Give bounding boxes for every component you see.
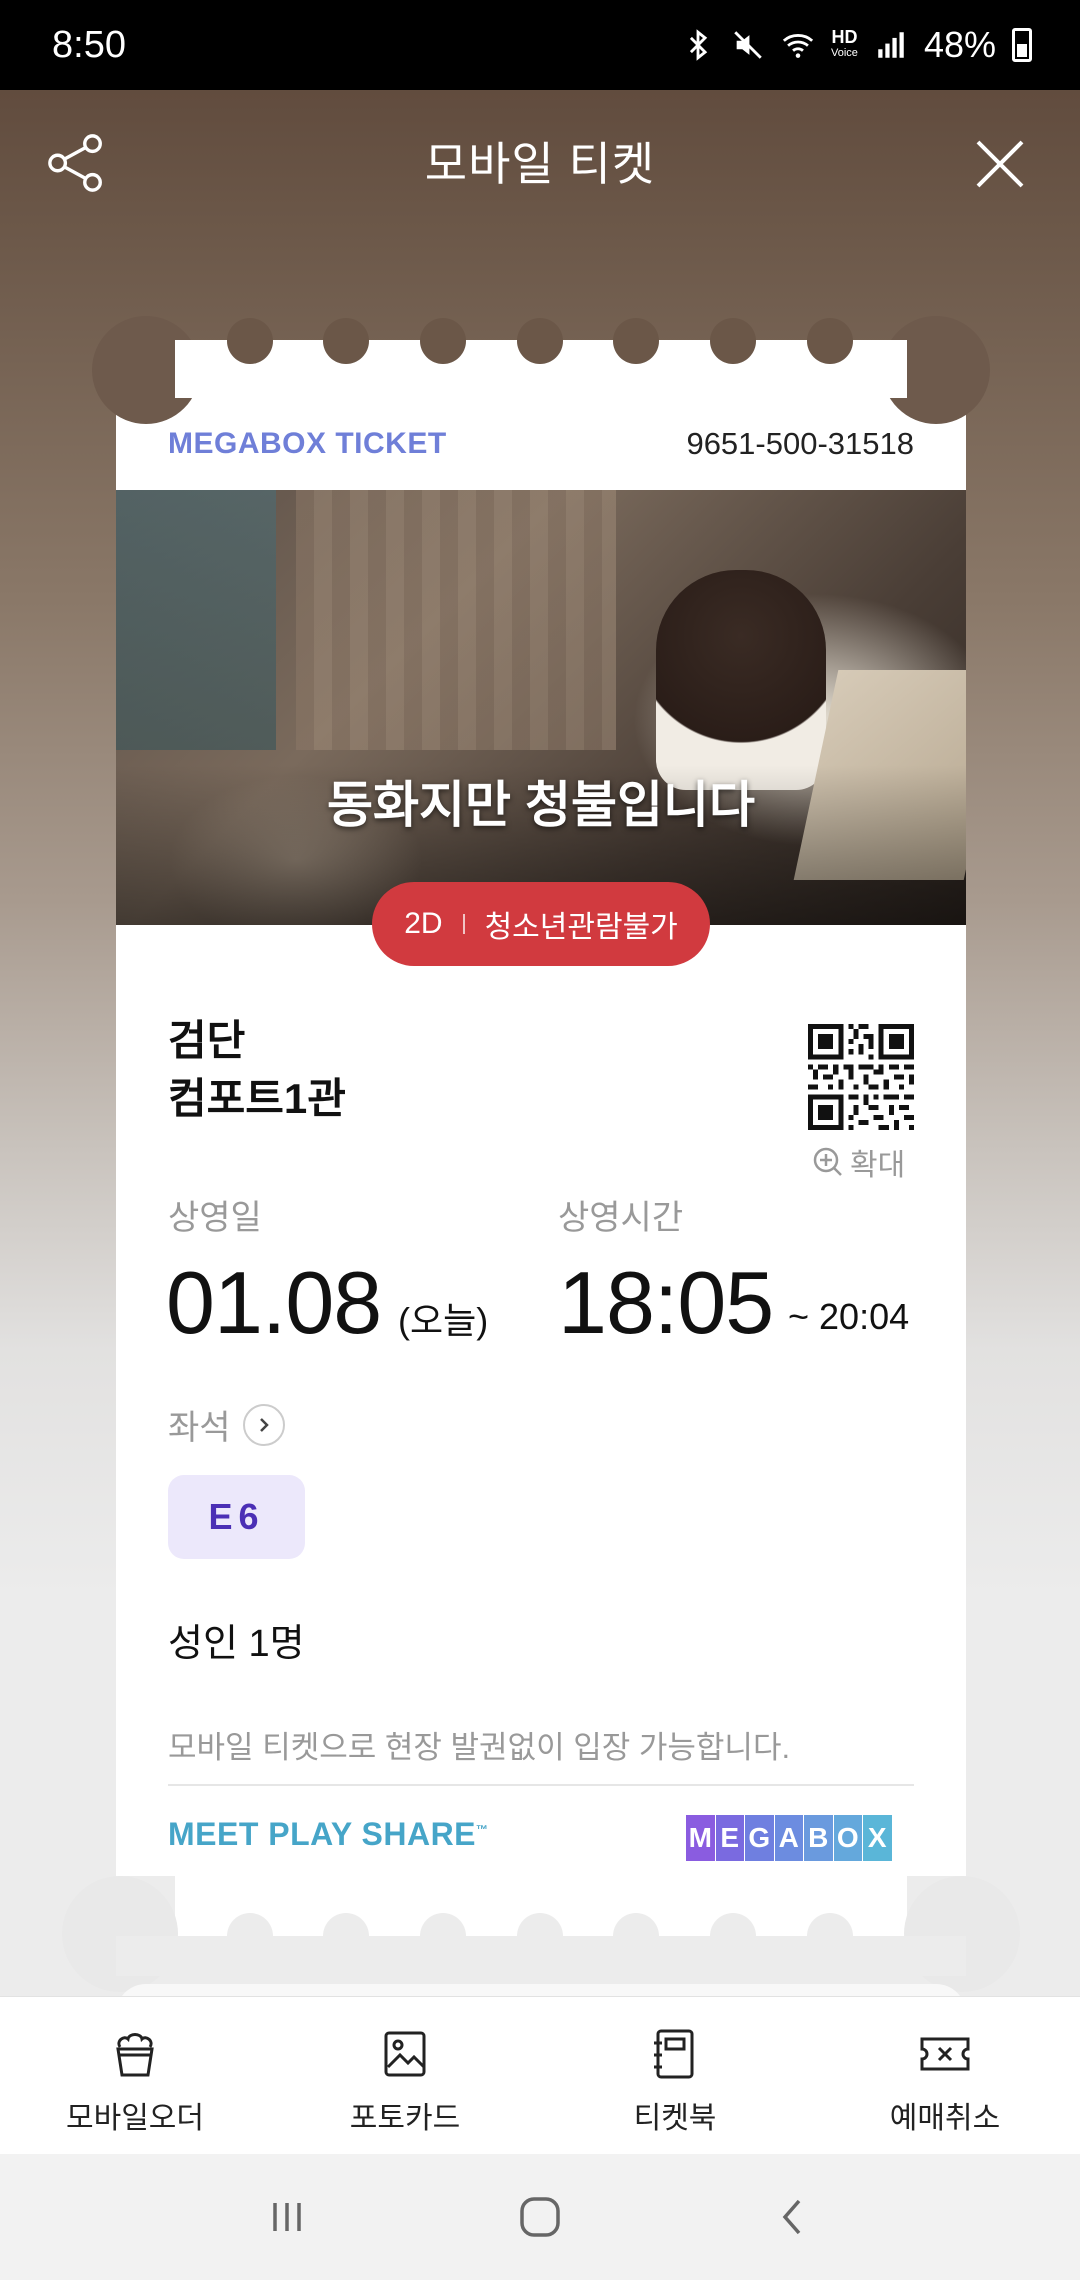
audience-count: 성인 1명	[168, 1623, 305, 1665]
photo-card-icon	[384, 2031, 426, 2077]
zoom-in-icon	[813, 1147, 842, 1176]
entry-notice: 모바일 티켓으로 현장 발권없이 입장 가능합니다.	[168, 1730, 791, 1765]
signal-icon	[878, 32, 904, 58]
format-label: 2D	[404, 907, 443, 940]
page-title: 모바일 티켓	[424, 138, 656, 190]
logo-letter: X	[863, 1815, 892, 1861]
screen-name: 컴포트1관	[168, 1075, 346, 1122]
header: 모바일 티켓	[0, 90, 1080, 235]
qr-zoom-button[interactable]: 확대	[812, 1140, 905, 1184]
chevron-right-icon	[242, 1403, 285, 1446]
perforation-dot	[807, 318, 853, 364]
logo-letter: A	[774, 1815, 803, 1861]
format-rating-badge: 2D 청소년관람불가	[372, 882, 710, 966]
action-bar: 모바일오더 포토카드 티켓북 예매취소	[0, 1996, 1080, 2154]
photo-card-button[interactable]: 포토카드	[270, 1997, 540, 2154]
recent-apps-icon[interactable]	[261, 2191, 313, 2243]
home-icon[interactable]	[514, 2191, 566, 2243]
battery-icon	[1012, 28, 1032, 62]
voice-label: Voice	[831, 47, 858, 59]
hd-label: HD	[831, 27, 858, 47]
poster-wall	[296, 490, 616, 750]
mute-icon	[734, 31, 762, 59]
cancel-booking-button[interactable]: 예매취소	[810, 1997, 1080, 2154]
logo-letter: B	[804, 1815, 833, 1861]
perforation-dot	[227, 318, 273, 364]
mobile-order-label: 모바일오더	[66, 2102, 204, 2135]
slogan-trademark: ™	[476, 1822, 489, 1837]
divider	[168, 1784, 914, 1786]
perforation-dot	[710, 318, 756, 364]
cancel-ticket-icon	[920, 2037, 970, 2071]
theater-info: 검단 컴포트1관	[168, 1012, 346, 1128]
logo-letter: O	[833, 1815, 862, 1861]
date-label: 상영일	[168, 1199, 262, 1237]
screening-date: 01.08	[166, 1253, 382, 1352]
badge-separator	[462, 914, 465, 934]
time-label: 상영시간	[558, 1199, 684, 1237]
mobile-order-button[interactable]: 모바일오더	[0, 1997, 270, 2154]
seat-chip: E6	[168, 1475, 305, 1559]
ticket-book-icon	[654, 2029, 694, 2079]
megabox-logo: M E G A B O X	[686, 1815, 892, 1861]
ticket-number: 9651-500-31518	[686, 426, 914, 461]
slogan: MEET PLAY SHARE™	[168, 1816, 489, 1853]
perforation-dot	[323, 318, 369, 364]
battery-percent: 48%	[923, 24, 996, 65]
poster-person	[656, 570, 826, 790]
seat-label: 좌석	[168, 1409, 231, 1447]
seat-map-button[interactable]: 좌석	[168, 1400, 285, 1449]
close-icon[interactable]	[970, 134, 1030, 194]
date-note: (오늘)	[398, 1300, 489, 1341]
ticket-brand: MEGABOX TICKET	[168, 427, 447, 460]
back-icon[interactable]	[767, 2191, 819, 2243]
perforation-dot	[420, 318, 466, 364]
theater-name: 검단	[168, 1017, 246, 1064]
cancel-booking-label: 예매취소	[889, 2102, 1001, 2135]
ticket-header: MEGABOX TICKET 9651-500-31518	[116, 398, 966, 490]
rating-label: 청소년관람불가	[484, 911, 678, 944]
movie-title: 동화지만 청불입니다	[327, 777, 755, 833]
qr-code[interactable]	[808, 1024, 914, 1130]
movie-poster: 동화지만 청불입니다	[116, 490, 966, 925]
ticket-gap	[116, 1936, 966, 1976]
slogan-text: MEET PLAY SHARE	[168, 1816, 477, 1852]
zoom-label: 확대	[850, 1149, 906, 1182]
logo-letter: G	[745, 1815, 774, 1861]
bluetooth-icon	[689, 29, 708, 61]
logo-letter: M	[686, 1815, 715, 1861]
poster-shelf	[116, 490, 276, 750]
ticket-book-button[interactable]: 티켓북	[540, 1997, 810, 2154]
photo-card-label: 포토카드	[349, 2102, 461, 2135]
status-icons: HD Voice 48%	[681, 24, 1032, 66]
end-time: ~ 20:04	[788, 1296, 910, 1337]
status-bar: 8:50 HD Voice 48%	[0, 0, 1080, 90]
start-time: 18:05	[558, 1253, 774, 1352]
logo-letter: E	[715, 1815, 744, 1861]
perforation-dot	[613, 318, 659, 364]
ticket-book-label: 티켓북	[633, 2102, 717, 2135]
status-time: 8:50	[52, 23, 126, 66]
system-nav-bar	[0, 2154, 1080, 2280]
hd-voice-icon: HD Voice	[831, 27, 858, 61]
wifi-icon	[782, 34, 814, 58]
perforation-dot	[517, 318, 563, 364]
popcorn-icon	[116, 2033, 154, 2077]
